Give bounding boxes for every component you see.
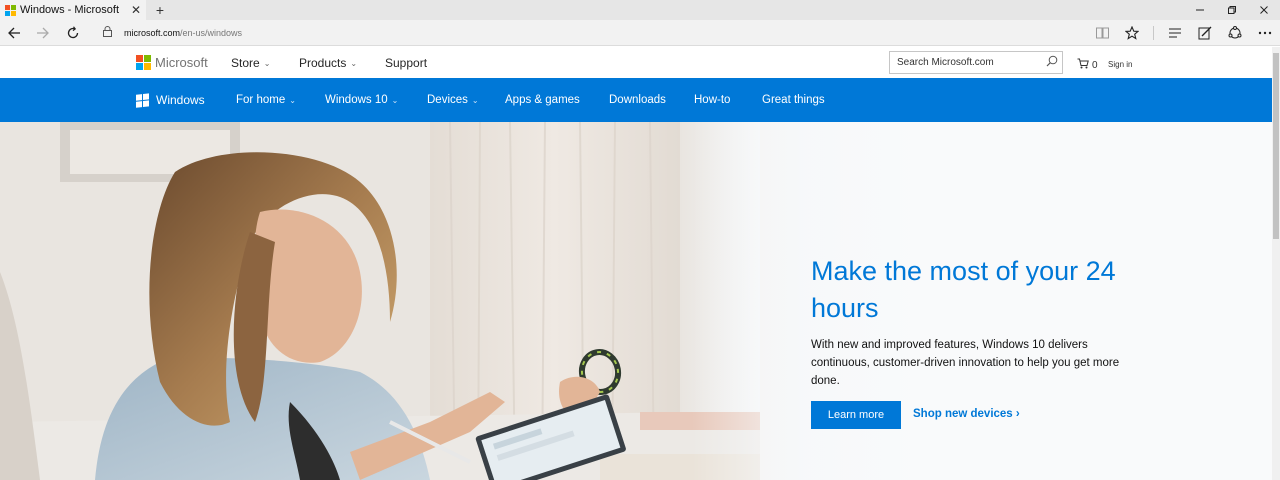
tab-title: Windows - Microsoft xyxy=(20,4,120,16)
forward-icon[interactable] xyxy=(29,20,57,46)
url-path: /en-us/windows xyxy=(180,28,243,38)
hero-photo xyxy=(0,122,760,480)
restore-icon[interactable] xyxy=(1216,0,1248,20)
toolbar-divider xyxy=(1153,26,1154,40)
microsoft-brand-link[interactable]: Microsoft xyxy=(136,55,208,70)
microsoft-logo-icon xyxy=(136,55,151,70)
nav-support-label: Support xyxy=(385,56,428,70)
browser-toolbar xyxy=(1087,20,1280,46)
nav-store-label: Store xyxy=(231,56,260,70)
chevron-down-icon: ⌄ xyxy=(391,95,399,105)
learn-more-button[interactable]: Learn more xyxy=(811,401,901,429)
new-tab-button[interactable]: + xyxy=(150,0,170,20)
page-scrollbar[interactable] xyxy=(1272,47,1280,480)
lock-icon xyxy=(103,26,112,40)
nav-devices-label: Devices xyxy=(427,94,468,106)
nav-how-to[interactable]: How-to xyxy=(694,78,730,122)
hero-banner: Make the most of your 24 hours With new … xyxy=(0,122,1272,480)
windows-brand-label: Windows xyxy=(156,93,205,107)
chevron-down-icon: ⌄ xyxy=(289,95,296,105)
nav-products[interactable]: Products ⌄ xyxy=(299,56,357,70)
hub-icon[interactable] xyxy=(1160,20,1190,46)
windows-brand-link[interactable]: Windows xyxy=(136,78,205,122)
address-bar: microsoft.com/en-us/windows xyxy=(0,20,1280,46)
windows-logo-icon xyxy=(136,92,150,108)
window-controls xyxy=(1184,0,1280,20)
close-window-icon[interactable] xyxy=(1248,0,1280,20)
microsoft-header: Microsoft Store ⌄ Products ⌄ Support Searc… xyxy=(0,47,1272,78)
cart-icon xyxy=(1077,58,1089,72)
refresh-icon[interactable] xyxy=(59,20,87,46)
url-field[interactable]: microsoft.com/en-us/windows xyxy=(103,20,242,46)
nav-downloads[interactable]: Downloads xyxy=(609,78,666,122)
favorite-star-icon[interactable] xyxy=(1117,20,1147,46)
chevron-down-icon: ⌄ xyxy=(263,58,271,68)
share-icon[interactable] xyxy=(1220,20,1250,46)
minimize-icon[interactable] xyxy=(1184,0,1216,20)
shop-new-devices-link[interactable]: Shop new devices › xyxy=(913,408,1020,420)
nav-downloads-label: Downloads xyxy=(609,94,666,106)
nav-apps-games[interactable]: Apps & games xyxy=(505,78,580,122)
browser-tab[interactable]: Windows - Microsoft ✕ xyxy=(0,0,146,20)
nav-great-things[interactable]: Great things xyxy=(762,78,825,122)
nav-windows-10-label: Windows 10 xyxy=(325,94,388,106)
nav-devices[interactable]: Devices ⌄ xyxy=(427,78,479,122)
windows-nav-bar: Windows For home ⌄ Windows 10 ⌄ Devices ⌄ A… xyxy=(0,78,1272,122)
chevron-down-icon: ⌄ xyxy=(350,58,358,68)
reading-view-icon[interactable] xyxy=(1087,20,1117,46)
browser-tab-bar: Windows - Microsoft ✕ + xyxy=(0,0,1280,20)
nav-store[interactable]: Store ⌄ xyxy=(231,56,270,70)
nav-for-home[interactable]: For home ⌄ xyxy=(236,78,296,122)
scrollbar-thumb[interactable] xyxy=(1273,53,1279,239)
web-note-icon[interactable] xyxy=(1190,20,1220,46)
nav-products-label: Products xyxy=(299,56,347,70)
sign-in-link[interactable]: Sign in xyxy=(1108,60,1132,69)
nav-great-things-label: Great things xyxy=(762,94,825,106)
cart-button[interactable]: 0 xyxy=(1077,58,1098,72)
search-placeholder: Search Microsoft.com xyxy=(897,57,994,68)
hero-heading: Make the most of your 24 hours xyxy=(811,256,1116,323)
microsoft-brand-label: Microsoft xyxy=(155,55,208,70)
nav-apps-games-label: Apps & games xyxy=(505,94,580,106)
chevron-down-icon: ⌄ xyxy=(471,95,479,105)
nav-support[interactable]: Support xyxy=(385,56,427,70)
url-host: microsoft.com xyxy=(124,28,181,38)
nav-for-home-label: For home xyxy=(236,94,286,106)
search-icon[interactable] xyxy=(1042,55,1062,70)
hero-body: With new and improved features, Windows … xyxy=(811,339,1120,387)
microsoft-logo-icon xyxy=(5,5,16,16)
search-input[interactable]: Search Microsoft.com xyxy=(889,51,1063,74)
back-icon[interactable] xyxy=(0,20,28,46)
close-tab-icon[interactable]: ✕ xyxy=(126,3,146,17)
cart-count: 0 xyxy=(1092,59,1098,71)
nav-windows-10[interactable]: Windows 10 ⌄ xyxy=(325,78,398,122)
nav-how-to-label: How-to xyxy=(694,94,731,106)
more-icon[interactable] xyxy=(1250,20,1280,46)
